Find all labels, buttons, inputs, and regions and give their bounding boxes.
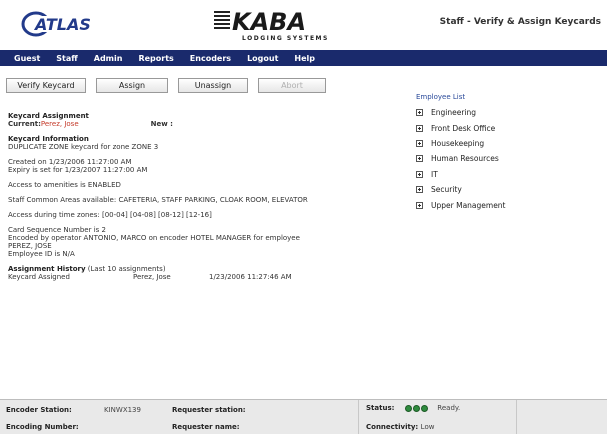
history-date: 1/23/2006 11:27:46 AM (209, 273, 292, 281)
encoder-station-label: Encoder Station: (6, 406, 72, 414)
info-created: Created on 1/23/2006 11:27:00 AM (8, 158, 132, 166)
expand-icon[interactable] (416, 170, 423, 178)
list-item[interactable]: Security (416, 182, 506, 197)
employee-group-label: Security (431, 185, 462, 195)
main-nav: Guest Staff Admin Reports Encoders Logou… (0, 50, 607, 66)
status-divider (358, 400, 359, 434)
kaba-subtitle: LODGING SYSTEMS (242, 35, 329, 42)
info-employee: PEREZ, JOSE (8, 242, 52, 250)
list-item[interactable]: Upper Management (416, 197, 506, 212)
history-action: Keycard Assigned (8, 273, 70, 281)
nav-reports[interactable]: Reports (138, 54, 173, 63)
assign-button[interactable]: Assign (96, 78, 168, 93)
info-title: Keycard Information (8, 135, 89, 143)
list-item[interactable]: IT (416, 167, 506, 182)
list-item[interactable]: Front Desk Office (416, 120, 506, 135)
header: ATLAS KABA LODGING SYSTEMS Staff - Verif… (0, 0, 607, 50)
info-employee-id: Employee ID is N/A (8, 250, 75, 258)
expand-icon[interactable] (416, 109, 423, 117)
history-title: Assignment History (8, 265, 86, 273)
status-lights (404, 404, 429, 412)
info-encoded-by: Encoded by operator ANTONIO, MARCO on en… (8, 234, 300, 242)
kaba-logo-text: KABA (232, 8, 306, 36)
status-divider (516, 400, 517, 434)
encoder-station: Encoder Station: (6, 406, 72, 414)
status-light-icon (420, 404, 428, 412)
nav-staff[interactable]: Staff (56, 54, 77, 63)
action-toolbar: Verify Keycard Assign Unassign Abort (6, 78, 336, 93)
connectivity-label: Connectivity: (366, 423, 419, 431)
employee-group-label: Front Desk Office (431, 123, 496, 133)
connectivity: Connectivity: Low (366, 423, 434, 431)
info-zone: DUPLICATE ZONE keycard for zone ZONE 3 (8, 143, 159, 151)
employee-group-label: Human Resources (431, 154, 499, 164)
assignment-row: Current: Perez, Jose New : (8, 120, 408, 128)
requester-station-label: Requester station: (172, 406, 246, 414)
atlas-logo-text: ATLAS (33, 15, 91, 34)
employee-list: Employee List Engineering Front Desk Off… (416, 93, 506, 213)
nav-admin[interactable]: Admin (94, 54, 123, 63)
connectivity-value: Low (420, 423, 435, 431)
employee-group-label: IT (431, 169, 438, 179)
current-assignee: Perez, Jose (40, 120, 79, 128)
nav-guest[interactable]: Guest (14, 54, 40, 63)
new-label: New : (150, 120, 173, 128)
info-common-areas: Staff Common Areas available: CAFETERIA,… (8, 196, 308, 204)
status-light-icon (404, 404, 412, 412)
page-title: Staff - Verify & Assign Keycards (439, 17, 601, 27)
verify-keycard-button[interactable]: Verify Keycard (6, 78, 86, 93)
list-item[interactable]: Engineering (416, 105, 506, 120)
expand-icon[interactable] (416, 201, 423, 209)
nav-logout[interactable]: Logout (247, 54, 278, 63)
encoder-station-value: KINWX139 (104, 406, 141, 414)
expand-icon[interactable] (416, 124, 423, 132)
abort-button[interactable]: Abort (258, 78, 326, 93)
atlas-logo: ATLAS (21, 11, 102, 37)
history-name: Perez, Jose (133, 273, 171, 281)
status-bar: Encoder Station: KINWX139 Encoding Numbe… (0, 399, 607, 434)
kaba-logo: KABA LODGING SYSTEMS (214, 8, 329, 42)
status-value: Ready. (437, 404, 461, 412)
status: Status: Ready. (366, 404, 460, 412)
expand-icon[interactable] (416, 139, 423, 147)
info-time-zones: Access during time zones: [00-04] [04-08… (8, 211, 212, 219)
requester-name-label: Requester name: (172, 423, 240, 431)
expand-icon[interactable] (416, 155, 423, 163)
table-row: Keycard Assigned Perez, Jose 1/23/2006 1… (8, 273, 408, 281)
employee-group-label: Engineering (431, 108, 476, 118)
history-subtitle: (Last 10 assignments) (87, 265, 166, 273)
employee-group-label: Housekeeping (431, 138, 485, 148)
employee-list-title: Employee List (416, 93, 466, 101)
keycard-details: Keycard Assignment Current: Perez, Jose … (8, 112, 408, 281)
list-item[interactable]: Human Resources (416, 151, 506, 166)
unassign-button[interactable]: Unassign (178, 78, 248, 93)
status-label: Status: (366, 404, 395, 412)
current-label: Current: (8, 120, 41, 128)
nav-encoders[interactable]: Encoders (190, 54, 231, 63)
encoding-number-label: Encoding Number: (6, 423, 79, 431)
status-light-icon (412, 404, 420, 412)
nav-help[interactable]: Help (294, 54, 315, 63)
history-heading: Assignment History (Last 10 assignments) (8, 265, 408, 273)
info-amenities: Access to amenities is ENABLED (8, 181, 121, 189)
employee-group-label: Upper Management (431, 200, 506, 210)
list-item[interactable]: Housekeeping (416, 136, 506, 151)
expand-icon[interactable] (416, 186, 423, 194)
info-sequence: Card Sequence Number is 2 (8, 226, 106, 234)
assignment-title: Keycard Assignment (8, 112, 89, 120)
info-expiry: Expiry is set for 1/23/2007 11:27:00 AM (8, 166, 148, 174)
